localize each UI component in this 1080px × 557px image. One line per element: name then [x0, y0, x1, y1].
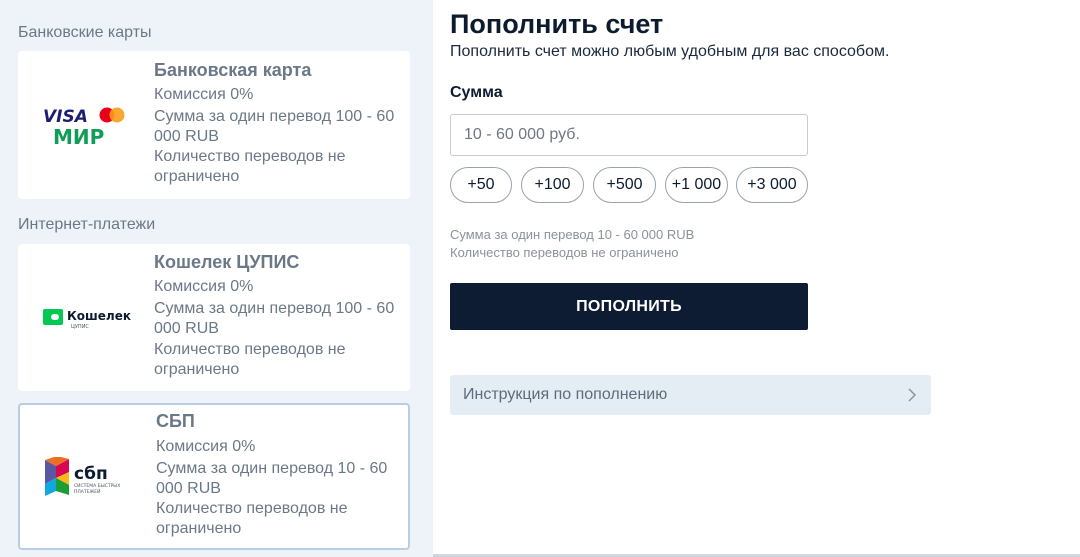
method-limit-cont: 000 RUB — [154, 128, 219, 145]
method-count: Количество переводов не — [156, 500, 348, 517]
amount-input[interactable] — [450, 114, 808, 156]
quick-amount-3000[interactable]: +3 000 — [736, 167, 808, 203]
method-limit: Сумма за один перевод 10 - 60 — [156, 460, 388, 477]
payment-methods-panel: Банковские карты VISA МИР Банковская кар… — [0, 0, 433, 557]
method-title: Банковская карта — [154, 60, 312, 80]
method-commission: Комиссия 0% — [154, 278, 254, 295]
deposit-submit-button[interactable]: ПОПОЛНИТЬ — [450, 283, 808, 330]
method-limit-cont: 000 RUB — [154, 320, 219, 337]
svg-text:ПЛАТЕЖЕЙ: ПЛАТЕЖЕЙ — [74, 488, 101, 495]
page-subtitle: Пополнить счет можно любым удобным для в… — [450, 43, 890, 60]
count-text: Количество переводов не ограничено — [450, 245, 679, 260]
sbp-icon: сбп СИСТЕМА БЫСТРЫХ ПЛАТЕЖЕЙ — [20, 405, 156, 548]
quick-amount-100[interactable]: +100 — [521, 167, 584, 203]
method-count: Количество переводов не — [154, 148, 346, 165]
method-limit: Сумма за один перевод 100 - 60 — [154, 108, 395, 125]
method-count-cont: ограничено — [154, 168, 240, 185]
method-limit: Сумма за один перевод 100 - 60 — [154, 300, 395, 317]
chevron-right-icon — [907, 387, 917, 408]
limits-info: Сумма за один перевод 10 - 60 000 RUB Ко… — [450, 226, 694, 262]
deposit-form: Пополнить счет Пополнить счет можно любы… — [433, 0, 1080, 557]
cupis-wallet-icon: Кошелек ЦУПИС — [18, 244, 154, 391]
method-title: Кошелек ЦУПИС — [154, 252, 300, 272]
method-card-bank-card[interactable]: VISA МИР Банковская карта Комиссия 0% Су… — [18, 51, 410, 199]
svg-text:СИСТЕМА БЫСТРЫХ: СИСТЕМА БЫСТРЫХ — [74, 483, 120, 489]
quick-amount-1000[interactable]: +1 000 — [665, 167, 728, 203]
instructions-label: Инструкция по пополнению — [463, 386, 668, 403]
method-commission: Комиссия 0% — [156, 438, 256, 455]
method-count-cont: ограничено — [154, 361, 240, 378]
quick-amount-50[interactable]: +50 — [450, 167, 512, 203]
method-title: СБП — [156, 411, 195, 431]
amount-label: Сумма — [450, 84, 503, 101]
method-count-cont: ограничено — [156, 520, 242, 537]
limit-text: Сумма за один перевод 10 - 60 000 RUB — [450, 227, 695, 242]
section-title-bank-cards: Банковские карты — [18, 24, 152, 41]
method-card-cupis-wallet[interactable]: Кошелек ЦУПИС Кошелек ЦУПИС Комиссия 0% … — [18, 244, 410, 391]
section-title-internet-payments: Интернет-платежи — [18, 216, 156, 233]
visa-mastercard-mir-icon: VISA МИР — [18, 51, 154, 199]
svg-text:МИР: МИР — [53, 125, 104, 147]
method-card-sbp[interactable]: сбп СИСТЕМА БЫСТРЫХ ПЛАТЕЖЕЙ СБП Комисси… — [18, 403, 410, 550]
method-count: Количество переводов не — [154, 341, 346, 358]
svg-text:сбп: сбп — [74, 464, 108, 484]
method-commission: Комиссия 0% — [154, 86, 254, 103]
svg-text:VISA: VISA — [43, 107, 88, 127]
instructions-accordion[interactable]: Инструкция по пополнению — [450, 375, 931, 415]
svg-text:ЦУПИС: ЦУПИС — [71, 324, 89, 330]
svg-text:Кошелек: Кошелек — [67, 309, 131, 323]
method-limit-cont: 000 RUB — [156, 480, 221, 497]
page-title: Пополнить счет — [450, 9, 664, 39]
quick-amount-500[interactable]: +500 — [593, 167, 656, 203]
